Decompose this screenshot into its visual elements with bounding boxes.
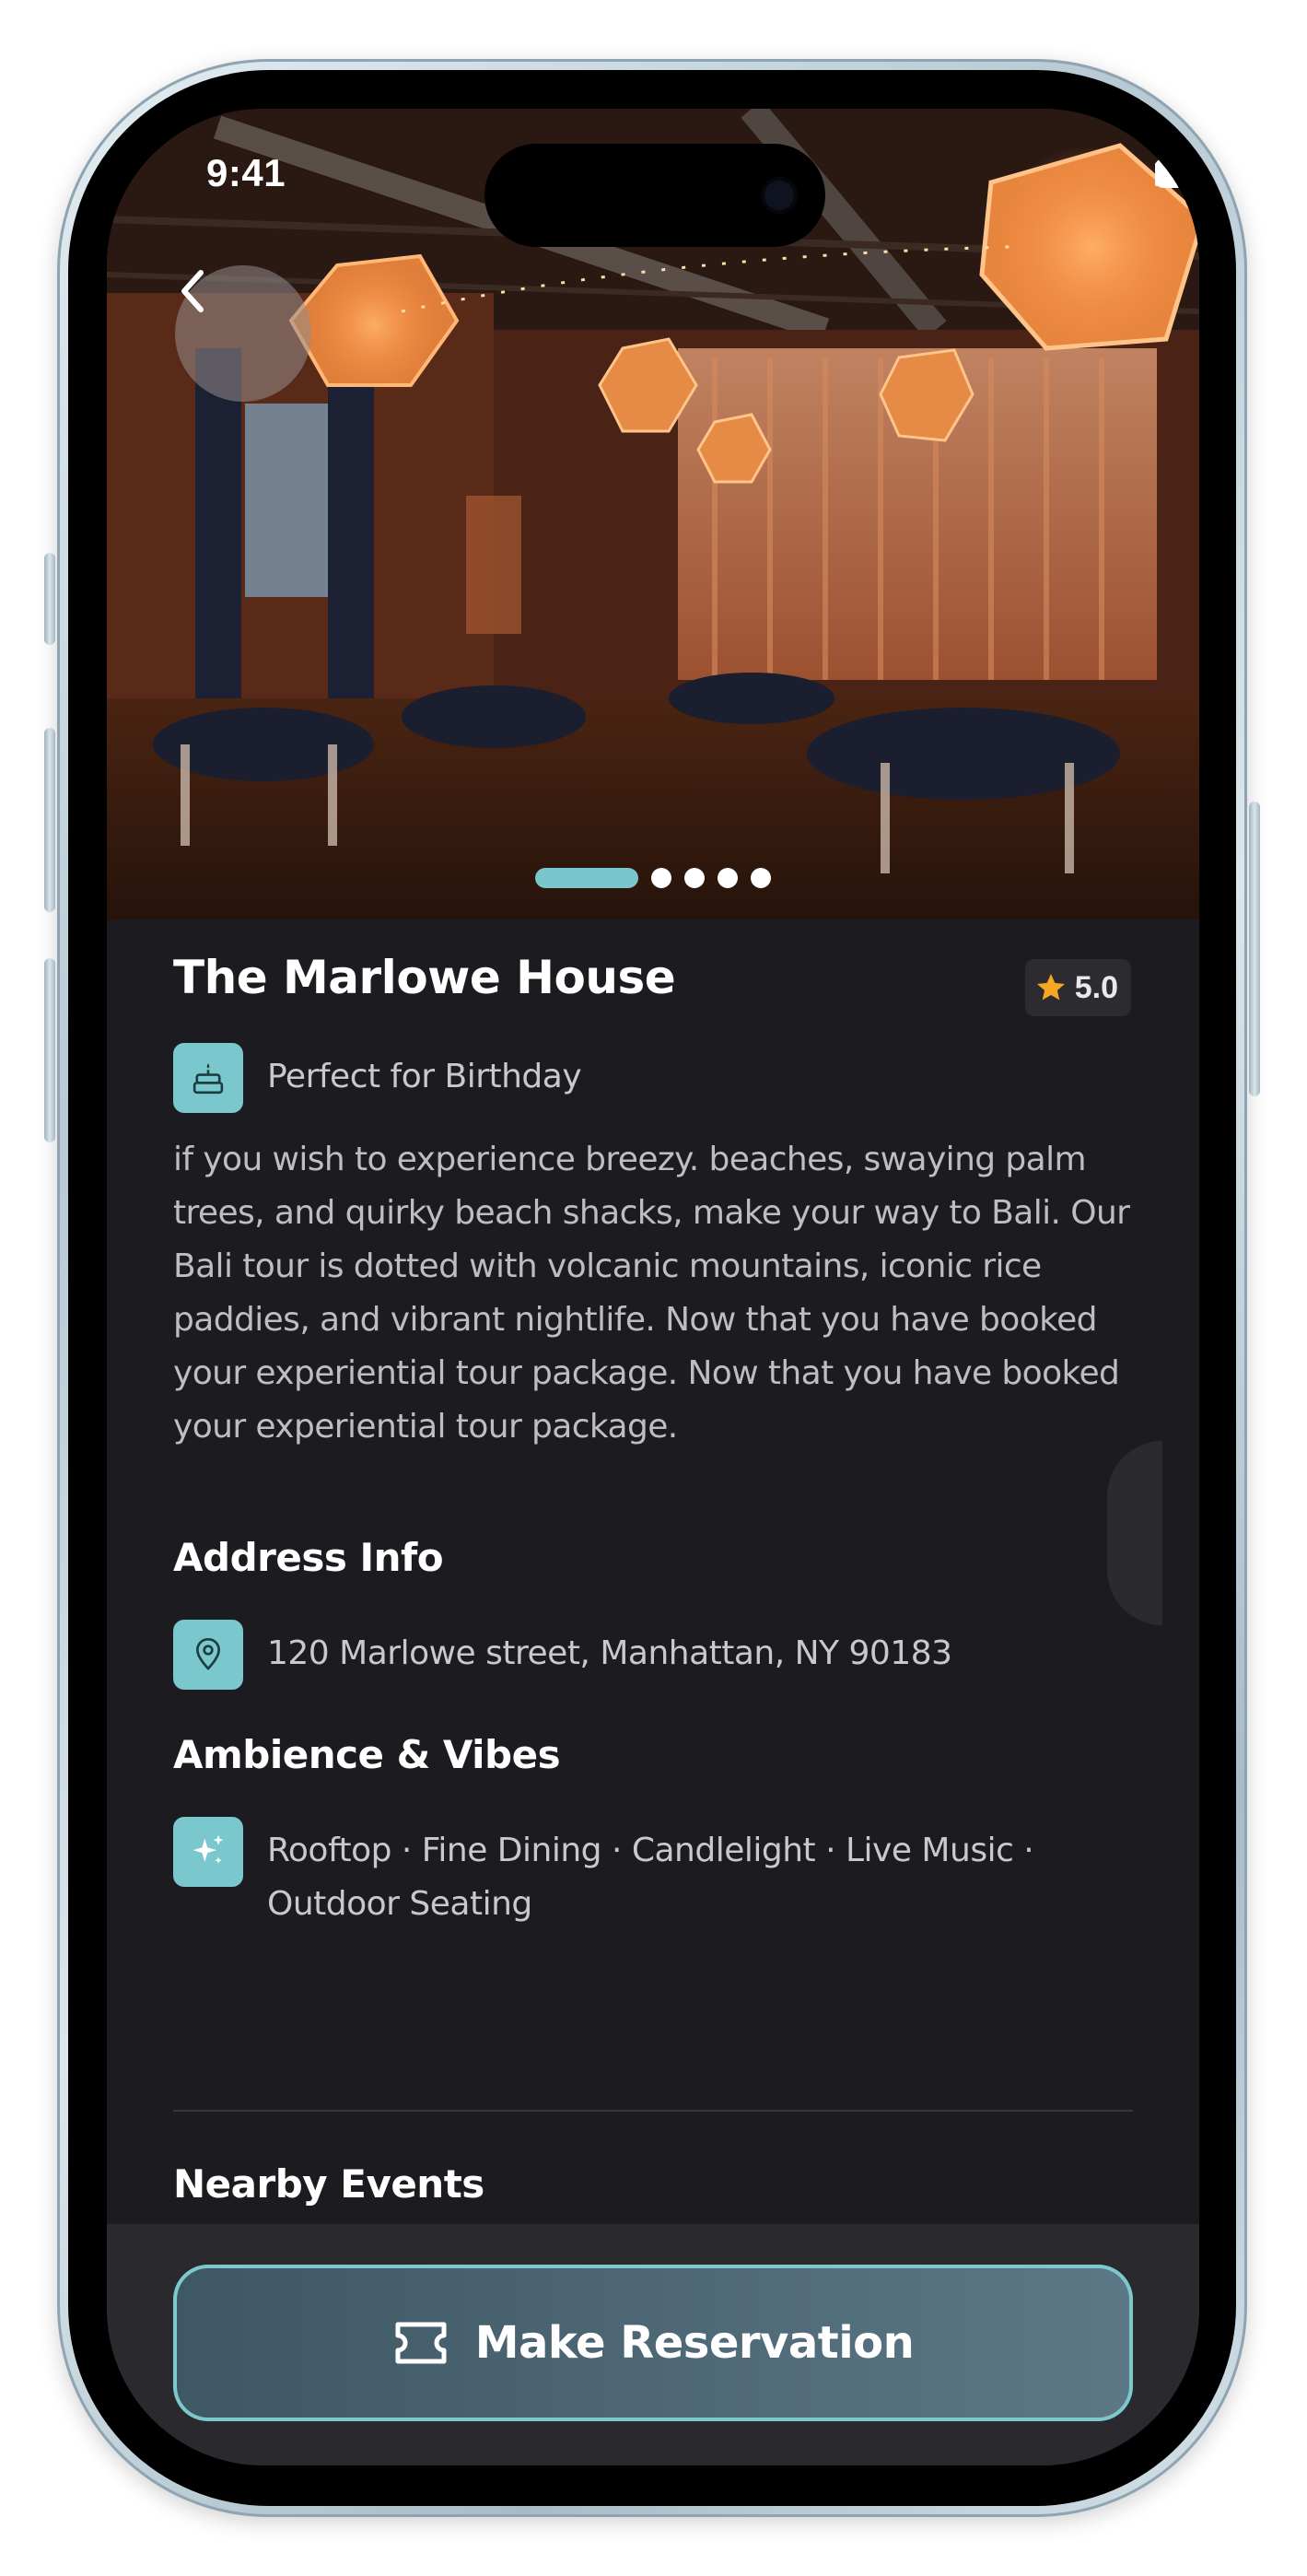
nearby-event-card-next[interactable] (1107, 1441, 1162, 1625)
venue-title: The Marlowe House (173, 951, 676, 1004)
carousel-dot-2[interactable] (651, 868, 671, 888)
cake-icon (193, 1063, 224, 1095)
sparkles-icon (193, 1834, 224, 1864)
power-button (1249, 802, 1260, 1096)
carousel-dot-5[interactable] (751, 868, 771, 888)
carousel-dot-4[interactable] (718, 868, 738, 888)
dynamic-island (484, 144, 825, 247)
sparkles-icon-box (173, 1817, 243, 1887)
make-reservation-label: Make Reservation (474, 2317, 915, 2369)
address-row[interactable]: 120 Marlowe street, Manhattan, NY 90183 (173, 1620, 952, 1690)
rating-value: 5.0 (1074, 969, 1118, 1005)
location-icon-box (173, 1620, 243, 1690)
rating-badge: 5.0 (1024, 959, 1131, 1016)
venue-photo[interactable]: 9:41 (107, 109, 1199, 919)
occasion-label: Perfect for Birthday (267, 1058, 582, 1095)
nearby-events-title: Nearby Events (173, 2161, 484, 2207)
chevron-left-icon (181, 270, 204, 312)
location-pin-icon (195, 1637, 221, 1670)
app-screen: 9:41 The Marlowe House 5.0 Perfect for B… (107, 109, 1199, 2465)
cake-icon-box (173, 1043, 243, 1113)
address-section-title: Address Info (173, 1535, 444, 1580)
volume-up-button (44, 728, 55, 912)
section-divider (173, 2110, 1133, 2112)
star-icon (1036, 974, 1065, 1001)
carousel-dot-3[interactable] (684, 868, 705, 888)
address-text: 120 Marlowe street, Manhattan, NY 90183 (267, 1634, 952, 1672)
front-camera (761, 177, 798, 214)
battery-icon (1155, 158, 1199, 188)
ambience-row: Rooftop · Fine Dining · Candlelight · Li… (173, 1817, 1131, 1931)
ambience-tags: Rooftop · Fine Dining · Candlelight · Li… (267, 1832, 1034, 1923)
carousel-dot-1[interactable] (535, 868, 638, 888)
ambience-section-title: Ambience & Vibes (173, 1732, 561, 1777)
ticket-icon (395, 2322, 447, 2364)
occasion-row: Perfect for Birthday (173, 1043, 582, 1113)
carousel-indicator (107, 868, 1199, 888)
status-time: 9:41 (206, 151, 286, 194)
back-button[interactable] (175, 265, 311, 402)
volume-down-button (44, 958, 55, 1142)
make-reservation-button[interactable]: Make Reservation (173, 2265, 1133, 2421)
action-button (44, 553, 55, 645)
venue-description: if you wish to experience breezy. beache… (173, 1141, 1130, 1446)
